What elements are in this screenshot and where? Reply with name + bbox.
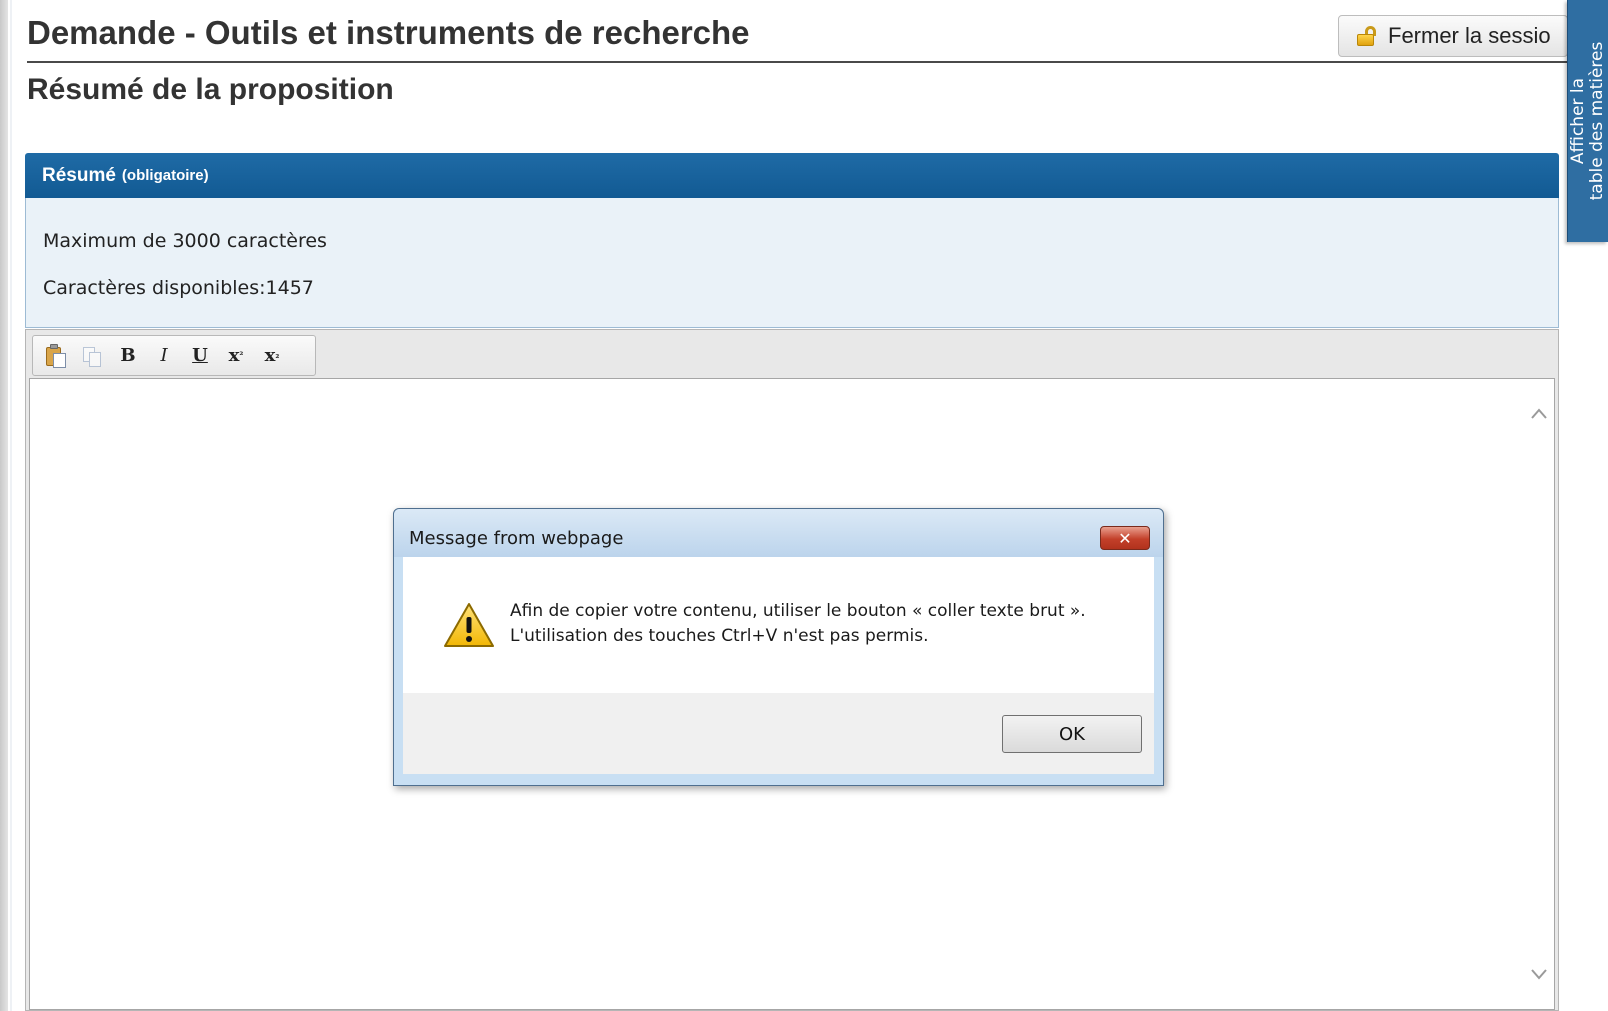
toc-toggle-tab[interactable]: Afficher la table des matières bbox=[1567, 0, 1608, 242]
editor-toolbar: B I U x² x₂ bbox=[32, 335, 316, 376]
superscript-mark: ² bbox=[239, 350, 244, 361]
available-characters-text: Caractères disponibles:1457 bbox=[43, 277, 314, 299]
title-divider bbox=[27, 61, 1567, 63]
logout-button[interactable]: Fermer la sessio bbox=[1338, 15, 1568, 57]
subscript-mark: ₂ bbox=[275, 350, 280, 361]
max-characters-text: Maximum de 3000 caractères bbox=[43, 230, 327, 252]
page-title: Demande - Outils et instruments de reche… bbox=[27, 14, 750, 51]
paste-icon bbox=[45, 343, 67, 368]
bold-button[interactable]: B bbox=[115, 343, 141, 369]
section-title: Résumé de la proposition bbox=[27, 73, 394, 106]
logout-label: Fermer la sessio bbox=[1388, 23, 1551, 48]
chevron-up-icon[interactable] bbox=[1530, 405, 1548, 423]
subscript-base: x bbox=[264, 345, 276, 366]
toc-label-line2: table des matières bbox=[1587, 41, 1607, 201]
required-marker: (obligatoire) bbox=[121, 167, 209, 184]
ok-button[interactable]: OK bbox=[1002, 715, 1142, 753]
summary-info-box: Maximum de 3000 caractères Caractères di… bbox=[25, 198, 1559, 328]
dialog-footer: OK bbox=[403, 693, 1154, 774]
dialog-body: Afin de copier votre contenu, utiliser l… bbox=[403, 557, 1154, 693]
warning-icon bbox=[444, 603, 494, 647]
message-dialog: Message from webpage ✕ Afin de copier vo… bbox=[393, 508, 1164, 786]
close-icon[interactable]: ✕ bbox=[1100, 526, 1150, 550]
paste-plain-text-button[interactable] bbox=[43, 343, 69, 369]
dialog-message-line1: Afin de copier votre contenu, utiliser l… bbox=[510, 601, 1086, 621]
dialog-title: Message from webpage bbox=[409, 528, 624, 549]
dialog-titlebar: Message from webpage ✕ bbox=[394, 509, 1163, 557]
superscript-base: x bbox=[228, 345, 240, 366]
toc-toggle-label: Afficher la table des matières bbox=[1568, 41, 1607, 201]
copy-icon bbox=[81, 344, 103, 368]
superscript-button[interactable]: x² bbox=[223, 343, 249, 369]
subscript-button[interactable]: x₂ bbox=[259, 343, 285, 369]
dialog-message: Afin de copier votre contenu, utiliser l… bbox=[510, 599, 1086, 649]
dialog-message-line2: L'utilisation des touches Ctrl+V n'est p… bbox=[510, 626, 929, 646]
lock-icon bbox=[1357, 26, 1377, 46]
underline-button[interactable]: U bbox=[187, 343, 213, 369]
chevron-down-icon[interactable] bbox=[1530, 965, 1548, 983]
summary-panel-title: Résumé bbox=[42, 164, 116, 186]
italic-button[interactable]: I bbox=[151, 343, 177, 369]
left-edge-highlight bbox=[10, 0, 12, 1011]
summary-panel-header: Résumé (obligatoire) bbox=[25, 153, 1559, 198]
copy-button[interactable] bbox=[79, 343, 105, 369]
left-edge bbox=[0, 0, 8, 1011]
toc-label-line1: Afficher la bbox=[1568, 77, 1588, 165]
